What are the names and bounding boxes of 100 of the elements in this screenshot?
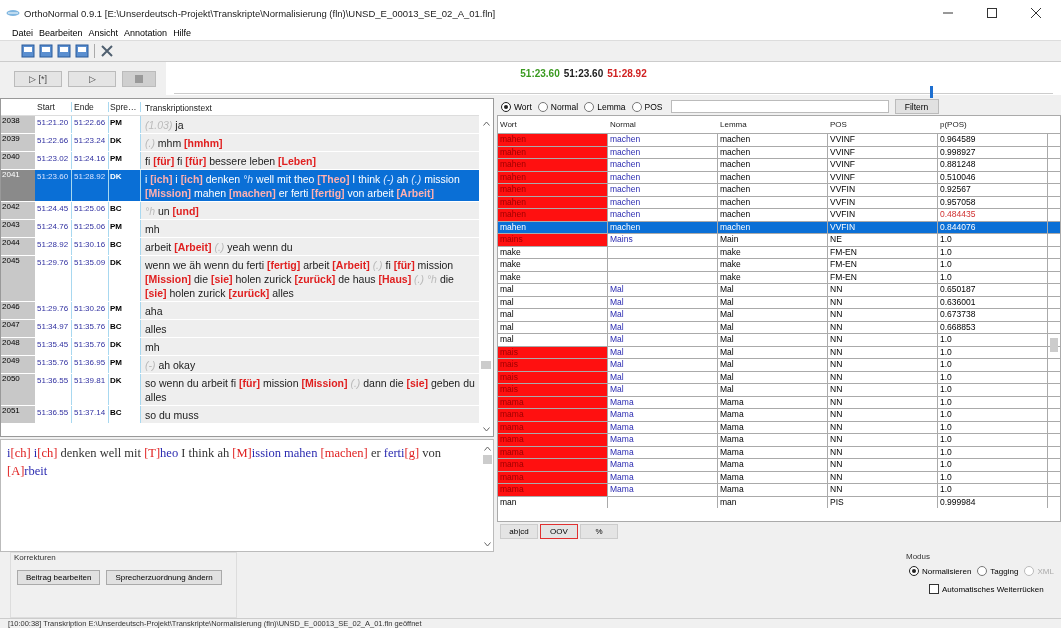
filter-button[interactable]: Filtern [894, 99, 939, 115]
token-row[interactable]: mahen machen machen VVINF 0.510046 [498, 170, 1060, 184]
menu-item[interactable]: Datei [12, 28, 33, 39]
transcript-row[interactable]: 2047 51:34.97 51:35.76 BC alles [1, 320, 479, 339]
token-row[interactable]: mahen machen machen VVINF 0.881248 [498, 158, 1060, 171]
radio-button[interactable] [631, 101, 642, 112]
menu-item[interactable]: Hilfe [173, 28, 192, 39]
transcription-text: aha [141, 302, 479, 320]
menu-item[interactable]: Ansicht [88, 28, 119, 39]
row-number: 2050 [1, 374, 35, 406]
transcript-row[interactable]: 2039 51:22.66 51:23.24 DK (.) mhm [hmhm] [1, 134, 479, 153]
transcript-row[interactable]: 2051 51:36.55 51:37.14 BC so du muss [1, 406, 479, 425]
token-row[interactable]: mains Mains Main NE 1.0 [498, 233, 1060, 246]
radio-button[interactable] [909, 566, 919, 577]
token-row[interactable]: mal Mal Mal NN 0.636001 [498, 295, 1060, 309]
token-row[interactable]: make make FM-EN 1.0 [498, 270, 1060, 284]
token-row[interactable]: mama Mama Mama NN 1.0 [498, 458, 1060, 471]
filter-field[interactable] [670, 100, 889, 114]
probability-cell: 0.957058 [938, 196, 1048, 209]
action-button[interactable]: Sprecherzuordnung ändern [106, 570, 222, 586]
probability-cell: 1.0 [938, 346, 1048, 359]
token-row[interactable]: mama Mama Mama NN 1.0 [498, 433, 1060, 446]
column-header[interactable]: Spre… [109, 102, 141, 113]
document-icon[interactable] [20, 42, 36, 59]
document-icon[interactable] [38, 42, 54, 59]
token-row[interactable]: mama Mama Mama NN 1.0 [498, 445, 1060, 459]
start-time: 51:28.92 [35, 238, 72, 256]
transcript-row[interactable]: 2040 51:23.02 51:24.16 PM fi [für] fi [für] bessere leben [Leben] [1, 152, 479, 171]
token-row[interactable]: mahen machen machen VVFIN 0.844076 [498, 220, 1060, 234]
lemma-cell: Mal [718, 359, 828, 371]
maximize-icon[interactable] [987, 8, 997, 19]
document-icon[interactable] [56, 42, 72, 59]
view-tab[interactable]: ab|cd [500, 524, 538, 540]
radio-button[interactable] [501, 101, 511, 112]
transcript-row[interactable]: 2048 51:35.45 51:35.76 DK mh [1, 338, 479, 357]
scroll-down-icon[interactable] [483, 542, 491, 548]
token-row[interactable]: mais Mal Mal NN 1.0 [498, 370, 1060, 384]
token-row[interactable]: mal Mal Mal NN 0.668853 [498, 320, 1060, 334]
menu-item[interactable]: Bearbeiten [39, 28, 83, 39]
token-row[interactable]: mama Mama Mama NN 1.0 [498, 420, 1060, 434]
column-header[interactable]: Normal [608, 120, 718, 130]
token-row[interactable]: mahen machen machen VVINF 0.964589 [498, 133, 1060, 146]
checkbox[interactable] [929, 584, 939, 595]
column-header[interactable]: Transkriptionstext [141, 100, 479, 114]
pos-cell: NN [828, 384, 938, 396]
menu-item[interactable]: Annotation [124, 28, 168, 39]
column-header[interactable]: Ende [72, 102, 109, 113]
transcript-row[interactable]: 2046 51:29.76 51:30.26 PM aha [1, 302, 479, 321]
column-header[interactable]: Wort [498, 120, 608, 130]
token-row[interactable]: mahen machen machen VVFIN 0.484435 [498, 208, 1060, 221]
token-row[interactable]: mais Mal Mal NN 1.0 [498, 383, 1060, 396]
token-row[interactable]: mais Mal Mal NN 1.0 [498, 358, 1060, 371]
token-row[interactable]: make make FM-EN 1.0 [498, 258, 1060, 271]
scroll-up-icon[interactable] [482, 121, 490, 127]
transcript-row[interactable]: 2043 51:24.76 51:25.06 PM mh [1, 220, 479, 239]
scrollbar-thumb[interactable] [1050, 338, 1058, 353]
view-tab[interactable]: % [580, 524, 618, 540]
pos-cell: PIS [828, 496, 938, 509]
token-row[interactable]: mama Mama Mama NN 1.0 [498, 395, 1060, 409]
token-row[interactable]: make make FM-EN 1.0 [498, 245, 1060, 259]
scroll-up-icon[interactable] [483, 446, 491, 452]
action-button[interactable]: Beitrag bearbeiten [17, 570, 101, 586]
token-row[interactable]: mal Mal Mal NN 1.0 [498, 333, 1060, 346]
scrollbar-thumb[interactable] [481, 361, 491, 370]
view-tab[interactable]: OOV [540, 524, 578, 540]
token-row[interactable]: mahen machen machen VVFIN 0.92567 [498, 183, 1060, 196]
scrollbar-thumb[interactable] [482, 455, 492, 465]
transcription-text: so wenn du arbeit fi [für] mission [Mission] (.) dann die [sie] geben du alles [141, 374, 479, 406]
token-row[interactable]: mahen machen machen VVFIN 0.957058 [498, 195, 1060, 209]
radio-button[interactable] [537, 101, 548, 112]
scroll-down-icon[interactable] [482, 427, 490, 433]
column-header[interactable]: POS [828, 120, 938, 130]
token-row[interactable]: mama Mama Mama NN 1.0 [498, 408, 1060, 421]
column-header[interactable]: Lemma [718, 120, 828, 130]
token-row[interactable]: mais Mal Mal NN 1.0 [498, 345, 1060, 359]
token-row[interactable]: mama Mama Mama NN 1.0 [498, 483, 1060, 496]
token-row[interactable]: mama Mama Mama NN 1.0 [498, 470, 1060, 484]
close-icon[interactable] [1031, 8, 1041, 19]
token-row[interactable]: man man PIS 0.999984 [498, 495, 1060, 509]
player-button[interactable]: ▷ [68, 70, 116, 87]
transcript-row[interactable]: 2049 51:35.76 51:36.95 PM (-) ah okay [1, 356, 479, 375]
word-cell: mama [498, 409, 608, 421]
word-cell: mahen [498, 134, 608, 146]
token-row[interactable]: mahen machen machen VVINF 0.998927 [498, 145, 1060, 159]
document-icon[interactable] [74, 42, 90, 59]
column-header[interactable]: Start [35, 102, 72, 113]
token-row[interactable]: mal Mal Mal NN 0.650187 [498, 283, 1060, 296]
transcript-row[interactable]: 2041 51:23.60 51:28.92 DK i [ich] i [ich] denken °h well mit theo [Theo] I think (-) ah (.) mission [Mission] mahen [machen] er ferti [fertig] von arbeit [Arbeit] [1, 170, 479, 203]
player-button[interactable]: ▷ [*] [14, 70, 62, 87]
probability-cell: 1.0 [938, 459, 1048, 471]
radio-button[interactable] [584, 101, 595, 112]
pos-cell: NN [828, 421, 938, 434]
radio-button[interactable] [977, 566, 988, 577]
slider-thumb[interactable] [929, 85, 933, 98]
token-row[interactable]: mal Mal Mal NN 0.673738 [498, 308, 1060, 321]
transcript-row[interactable]: 2044 51:28.92 51:30.16 BC arbeit [Arbeit] (.) yeah wenn du [1, 238, 479, 257]
lemma-cell: make [718, 259, 828, 271]
lemma-cell: make [718, 246, 828, 259]
column-header[interactable]: p(POS) [938, 120, 1048, 130]
tools-icon[interactable] [99, 42, 115, 59]
